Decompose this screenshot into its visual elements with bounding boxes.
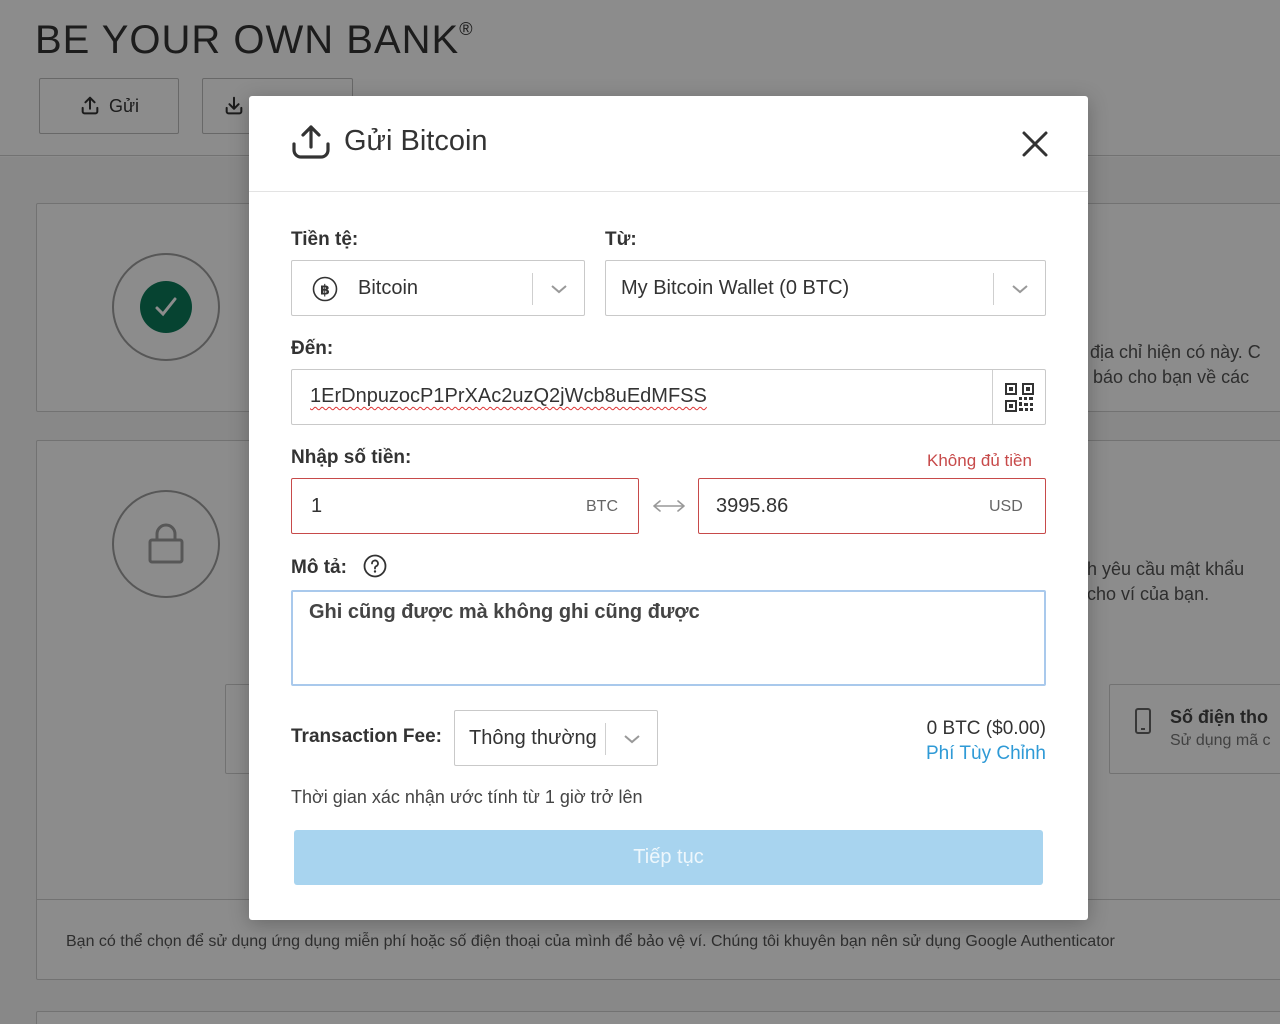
chevron-down-icon <box>1012 285 1028 294</box>
qr-code-icon[interactable] <box>1005 383 1034 412</box>
confirmation-time-estimate: Thời gian xác nhận ước tính từ 1 giờ trở… <box>291 787 643 807</box>
description-label: Mô tả: <box>291 557 347 578</box>
fee-select[interactable]: Thông thường <box>454 710 658 766</box>
chevron-down-icon <box>551 285 567 294</box>
swap-arrows-icon <box>653 500 685 512</box>
to-label: Đến: <box>291 338 334 359</box>
fee-value: Thông thường <box>469 727 597 749</box>
to-address-value: 1ErDnpuzocP1PrXAc2uzQ2jWcb8uEdMFSS <box>310 385 707 407</box>
from-label: Từ: <box>605 229 637 250</box>
fee-label: Transaction Fee: <box>291 726 442 747</box>
description-textarea[interactable]: Ghi cũng được mà không ghi cũng được <box>291 590 1046 686</box>
usd-unit: USD <box>989 498 1023 515</box>
help-circle-icon[interactable] <box>363 554 387 578</box>
amount-btc-value: 1 <box>311 495 323 517</box>
currency-select[interactable]: ฿ Bitcoin <box>291 260 585 316</box>
from-wallet-select[interactable]: My Bitcoin Wallet (0 BTC) <box>605 260 1046 316</box>
custom-fee-link[interactable]: Phí Tùy Chỉnh <box>926 743 1046 765</box>
upload-icon <box>292 125 330 159</box>
modal-header: Gửi Bitcoin <box>249 96 1088 192</box>
currency-value: Bitcoin <box>358 277 419 299</box>
btc-unit: BTC <box>586 498 618 515</box>
description-value: Ghi cũng được mà không ghi cũng được <box>309 601 700 623</box>
insufficient-funds-error: Không đủ tiền <box>927 451 1032 470</box>
modal-title: Gửi Bitcoin <box>344 125 488 157</box>
continue-button[interactable]: Tiếp tục <box>294 830 1043 885</box>
to-address-input[interactable]: 1ErDnpuzocP1PrXAc2uzQ2jWcb8uEdMFSS <box>291 369 1046 425</box>
select-separator <box>993 273 994 305</box>
send-bitcoin-modal: Gửi Bitcoin Tiền tệ: ฿ Bitcoin Từ: My Bi… <box>249 96 1088 920</box>
fee-amount: 0 BTC ($0.00) <box>926 718 1046 739</box>
bitcoin-icon: ฿ <box>312 276 338 302</box>
svg-text:฿: ฿ <box>320 283 330 299</box>
chevron-down-icon <box>624 735 640 744</box>
amount-btc-input[interactable]: 1 BTC <box>291 478 639 534</box>
amount-usd-input[interactable]: 3995.86 USD <box>698 478 1046 534</box>
currency-label: Tiền tệ: <box>291 229 359 250</box>
close-icon[interactable] <box>1019 128 1051 160</box>
amount-usd-value: 3995.86 <box>716 495 789 517</box>
from-wallet-value: My Bitcoin Wallet (0 BTC) <box>621 277 850 299</box>
amount-label: Nhập số tiền: <box>291 447 412 468</box>
select-separator <box>532 273 533 305</box>
input-separator <box>992 370 993 424</box>
select-separator <box>605 723 606 755</box>
